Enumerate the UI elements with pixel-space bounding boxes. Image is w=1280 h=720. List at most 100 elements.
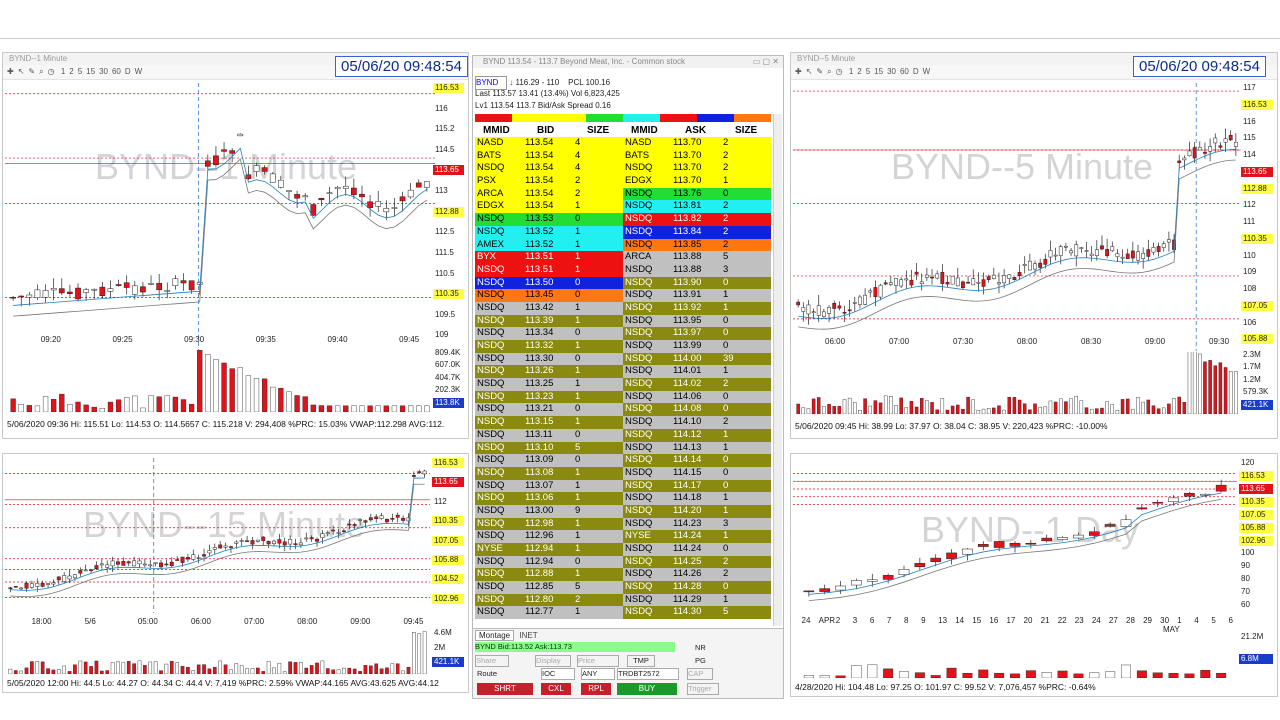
- bid-row[interactable]: NSDQ 113.52 1: [475, 225, 623, 239]
- ask-row[interactable]: NSDQ 113.91 1: [623, 289, 771, 302]
- zoom-icon[interactable]: ⌕: [827, 65, 831, 79]
- ask-row[interactable]: NSDQ 113.99 0: [623, 340, 771, 353]
- ask-row[interactable]: NSDQ 114.25 2: [623, 555, 771, 569]
- ask-row[interactable]: NSDQ 114.20 1: [623, 504, 771, 518]
- bid-row[interactable]: NSDQ 113.10 5: [475, 441, 623, 455]
- ask-row[interactable]: NSDQ 114.01 1: [623, 365, 771, 379]
- dest-select[interactable]: IOC: [541, 668, 575, 680]
- ask-row[interactable]: NSDQ 114.08 0: [623, 403, 771, 417]
- level2-window[interactable]: BYND 113.54 - 113.7 Beyond Meat, Inc. - …: [472, 55, 784, 699]
- crosshair-icon[interactable]: ✚: [7, 65, 14, 79]
- ask-row[interactable]: NSDQ 114.30 5: [623, 606, 771, 620]
- tf-15[interactable]: 15: [86, 65, 95, 79]
- tf-15[interactable]: 15: [874, 65, 883, 79]
- ask-row[interactable]: NSDQ 114.02 2: [623, 378, 771, 391]
- bid-row[interactable]: NSDQ 112.96 1: [475, 530, 623, 543]
- bid-row[interactable]: NSDQ 113.26 1: [475, 365, 623, 379]
- bid-row[interactable]: ARCA 113.54 2: [475, 187, 623, 201]
- bid-row[interactable]: NSDQ 113.11 0: [475, 428, 623, 442]
- ask-row[interactable]: NSDQ 113.85 2: [623, 238, 771, 252]
- zoom-icon[interactable]: ⌕: [39, 65, 43, 79]
- bid-row[interactable]: BATS 113.54 4: [475, 149, 623, 163]
- display-field[interactable]: Display: [535, 655, 571, 667]
- tf-d[interactable]: D: [913, 65, 919, 79]
- nr-checkbox[interactable]: NR: [695, 643, 706, 652]
- bid-row[interactable]: NSDQ 112.98 1: [475, 517, 623, 531]
- bid-row[interactable]: NSDQ 113.39 1: [475, 314, 623, 328]
- trigger-field[interactable]: Trigger: [687, 683, 719, 695]
- bid-row[interactable]: NSDQ 113.34 0: [475, 327, 623, 340]
- price-chart-1day[interactable]: [793, 458, 1237, 613]
- ask-row[interactable]: NSDQ 113.82 2: [623, 213, 771, 226]
- share-field[interactable]: Share: [475, 655, 509, 667]
- ask-row[interactable]: NSDQ 114.26 2: [623, 568, 771, 582]
- tf-5[interactable]: 5: [866, 65, 870, 79]
- draw-icon[interactable]: ✎: [816, 65, 823, 79]
- ask-row[interactable]: NSDQ 114.00 39: [623, 352, 771, 366]
- ask-row[interactable]: NSDQ 114.13 1: [623, 441, 771, 455]
- window-controls[interactable]: ▭ ▢ ✕: [753, 57, 779, 66]
- maximize-icon[interactable]: ▢: [763, 57, 771, 66]
- bid-row[interactable]: BYX 113.51 1: [475, 251, 623, 264]
- tf-w[interactable]: W: [923, 65, 931, 79]
- bid-row[interactable]: NSDQ 112.85 5: [475, 581, 623, 594]
- ask-list[interactable]: NASD 113.70 2 BATS 113.70 2 NSDQ 113.70 2 EDGX 113…: [623, 137, 771, 620]
- ask-row[interactable]: NSDQ 114.14 0: [623, 454, 771, 467]
- bid-row[interactable]: NSDQ 113.00 9: [475, 504, 623, 518]
- bid-row[interactable]: NSDQ 112.88 1: [475, 568, 623, 582]
- scrollbar[interactable]: [773, 114, 782, 626]
- buy-button[interactable]: BUY: [617, 683, 677, 695]
- ask-row[interactable]: NSDQ 114.23 3: [623, 517, 771, 531]
- ask-row[interactable]: NSDQ 113.95 0: [623, 314, 771, 328]
- ask-row[interactable]: NSDQ 113.84 2: [623, 225, 771, 239]
- bid-row[interactable]: NSDQ 113.54 4: [475, 162, 623, 176]
- cursor-icon[interactable]: ↖: [806, 65, 813, 79]
- tf-30[interactable]: 30: [887, 65, 896, 79]
- bid-row[interactable]: NSDQ 113.08 1: [475, 466, 623, 480]
- bid-row[interactable]: NSDQ 113.09 0: [475, 454, 623, 467]
- bid-row[interactable]: NSDQ 113.32 1: [475, 340, 623, 353]
- ask-row[interactable]: NSDQ 113.81 2: [623, 200, 771, 214]
- order-tabs[interactable]: Montage INET: [475, 630, 541, 641]
- tf-60[interactable]: 60: [900, 65, 909, 79]
- ask-row[interactable]: NSDQ 113.76 0: [623, 187, 771, 201]
- ask-row[interactable]: NASD 113.70 2: [623, 137, 771, 150]
- account-select[interactable]: TRDBT2572: [617, 668, 679, 680]
- minimize-icon[interactable]: ▭: [753, 57, 761, 66]
- ask-row[interactable]: NSDQ 113.70 2: [623, 162, 771, 176]
- chart-window-15min[interactable]: BYND--15 Minute 116.53 113.65 112 110.35 107…: [2, 453, 469, 693]
- bid-row[interactable]: AMEX 113.52 1: [475, 238, 623, 252]
- bid-row[interactable]: NSDQ 113.06 1: [475, 492, 623, 505]
- ask-row[interactable]: NSDQ 114.24 0: [623, 543, 771, 556]
- bid-row[interactable]: NSDQ 113.25 1: [475, 378, 623, 391]
- ask-row[interactable]: BATS 113.70 2: [623, 149, 771, 163]
- ask-row[interactable]: NSDQ 114.29 1: [623, 593, 771, 607]
- tf-w[interactable]: W: [135, 65, 143, 79]
- ask-row[interactable]: NSDQ 114.10 2: [623, 416, 771, 429]
- price-chart-1min[interactable]: [5, 83, 435, 351]
- draw-icon[interactable]: ✎: [28, 65, 35, 79]
- price-field[interactable]: Price: [577, 655, 619, 667]
- order-entry-panel[interactable]: Montage INET BYND Bid:113.52 Ask:113.73 …: [473, 628, 783, 698]
- ask-row[interactable]: NSDQ 113.97 0: [623, 327, 771, 340]
- cap-field[interactable]: CAP: [687, 668, 713, 680]
- tf-2[interactable]: 2: [69, 65, 73, 79]
- ask-row[interactable]: NSDQ 114.17 0: [623, 479, 771, 493]
- tf-30[interactable]: 30: [99, 65, 108, 79]
- ask-row[interactable]: EDGX 113.70 1: [623, 175, 771, 188]
- tf-1[interactable]: 1: [849, 65, 853, 79]
- ask-row[interactable]: NSDQ 114.06 0: [623, 390, 771, 404]
- bid-row[interactable]: EDGX 113.54 1: [475, 200, 623, 214]
- bid-list[interactable]: NASD 113.54 4 BATS 113.54 4 NSDQ 113.54 4 PSX 113.…: [475, 137, 623, 620]
- chart-window-5min[interactable]: BYND--5 Minute ✚ ↖ ✎ ⌕ ◷ 1 2 5 15 30 60 D W 05/06/2…: [790, 52, 1278, 439]
- tf-d[interactable]: D: [125, 65, 131, 79]
- bid-row[interactable]: NSDQ 113.23 1: [475, 390, 623, 404]
- bid-row[interactable]: NYSE 112.94 1: [475, 543, 623, 556]
- clock-icon[interactable]: ◷: [48, 65, 55, 79]
- tf-5[interactable]: 5: [78, 65, 82, 79]
- ask-row[interactable]: NSDQ 113.92 1: [623, 301, 771, 315]
- replace-button[interactable]: RPL: [581, 683, 611, 695]
- bid-row[interactable]: NSDQ 113.15 1: [475, 416, 623, 429]
- bid-row[interactable]: NSDQ 113.53 0: [475, 213, 623, 226]
- cancel-button[interactable]: CXL: [541, 683, 571, 695]
